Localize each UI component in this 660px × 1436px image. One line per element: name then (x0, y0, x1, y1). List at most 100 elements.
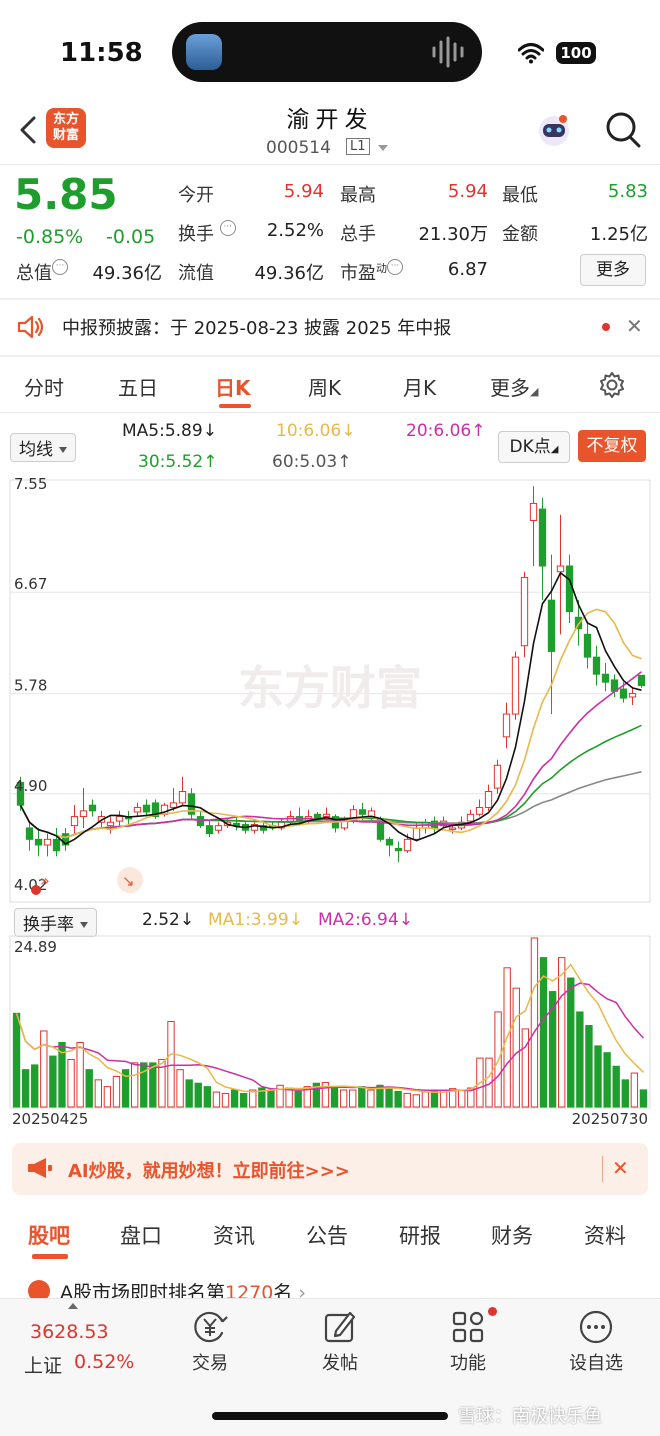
candle[interactable] (43, 838, 52, 846)
tab-caiwu[interactable]: 财务 (491, 1220, 533, 1250)
turnover-bar[interactable] (40, 1030, 48, 1108)
index-change[interactable]: 0.52% (74, 1351, 134, 1373)
tab-ziliao[interactable]: 资料 (584, 1220, 626, 1250)
tab-wuri[interactable]: 五日 (118, 372, 158, 401)
candle[interactable] (448, 827, 457, 830)
turnover-bar[interactable] (285, 1087, 293, 1108)
indicator-selector[interactable]: 换手率 (14, 908, 97, 937)
info-icon[interactable]: ··· (52, 259, 68, 275)
candle[interactable] (79, 810, 88, 818)
candle[interactable] (142, 804, 151, 813)
turnover-bar[interactable] (149, 1062, 157, 1108)
turnover-bar[interactable] (330, 1087, 339, 1108)
turnover-bar[interactable] (249, 1089, 257, 1108)
turnover-bar[interactable] (358, 1086, 366, 1108)
turnover-chart[interactable]: 24.89 20250425 20250730 (0, 934, 660, 1130)
turnover-bar[interactable] (203, 1086, 212, 1108)
turnover-bar[interactable] (294, 1090, 302, 1108)
stock-code[interactable]: 000514 (266, 138, 331, 158)
turnover-bar[interactable] (85, 1069, 93, 1108)
tab-guba[interactable]: 股吧 (28, 1220, 70, 1250)
turnover-bar[interactable] (630, 1072, 639, 1108)
candle[interactable] (529, 502, 538, 521)
candle[interactable] (385, 838, 394, 846)
turnover-bar[interactable] (240, 1092, 248, 1108)
candle[interactable] (592, 656, 601, 675)
candle[interactable] (403, 838, 412, 852)
candle[interactable] (34, 838, 43, 846)
candle[interactable] (178, 791, 187, 804)
tab-rik[interactable]: 日K (215, 372, 251, 401)
candle[interactable] (358, 809, 367, 815)
nav-function[interactable]: 功能 (428, 1299, 508, 1409)
tab-pankou[interactable]: 盘口 (120, 1220, 162, 1250)
close-icon[interactable]: ✕ (612, 1156, 629, 1180)
tab-fenshi[interactable]: 分时 (24, 372, 64, 401)
candle[interactable] (493, 764, 502, 789)
candle[interactable] (547, 599, 556, 652)
turnover-bar[interactable] (512, 987, 520, 1108)
turnover-bar[interactable] (221, 1092, 230, 1108)
no-adjust-button[interactable]: 不复权 (578, 430, 646, 462)
chevron-down-icon[interactable] (378, 145, 388, 151)
candle[interactable] (565, 565, 574, 613)
search-icon[interactable] (604, 110, 642, 150)
turnover-bar[interactable] (594, 1045, 602, 1108)
turnover-bar[interactable] (103, 1086, 112, 1108)
index-value[interactable]: 3628.53 (30, 1321, 109, 1343)
chevron-up-icon[interactable] (68, 1303, 78, 1309)
turnover-bar[interactable] (21, 1069, 30, 1108)
turnover-bar[interactable] (176, 1069, 184, 1108)
info-icon[interactable]: ··· (387, 259, 403, 275)
ai-assistant-icon[interactable] (534, 110, 574, 150)
turnover-bar[interactable] (421, 1091, 430, 1108)
tab-gonggao[interactable]: 公告 (306, 1220, 348, 1250)
turnover-bar[interactable] (567, 977, 575, 1108)
turnover-bar[interactable] (130, 1062, 139, 1108)
candle[interactable] (637, 674, 646, 687)
turnover-bar[interactable] (339, 1089, 348, 1108)
candle[interactable] (628, 693, 637, 698)
ma-selector[interactable]: 均线 (10, 433, 76, 462)
turnover-bar[interactable] (412, 1094, 420, 1108)
kline-chart[interactable]: 东方财富 7.556.675.784.904.02 » ↘ (0, 476, 660, 908)
candle[interactable] (556, 565, 565, 573)
candle[interactable] (394, 847, 403, 852)
turnover-bar[interactable] (67, 1058, 75, 1108)
nav-add-watchlist[interactable]: 设自选 (556, 1299, 636, 1409)
candle[interactable] (70, 816, 79, 827)
candle[interactable] (106, 821, 115, 827)
home-indicator[interactable] (212, 1412, 448, 1420)
tab-yanbao[interactable]: 研报 (399, 1220, 441, 1250)
candle[interactable] (502, 713, 511, 738)
candle[interactable] (601, 673, 610, 683)
turnover-bar[interactable] (185, 1079, 193, 1108)
turnover-bar[interactable] (76, 1041, 84, 1108)
turnover-bar[interactable] (385, 1087, 393, 1108)
turnover-bar[interactable] (603, 1052, 611, 1108)
turnover-bar[interactable] (267, 1089, 275, 1108)
turnover-bar[interactable] (212, 1091, 221, 1108)
turnover-bar[interactable] (539, 957, 548, 1108)
tab-more[interactable]: 更多◢ (490, 372, 538, 401)
ranking-row[interactable]: A股市场即时排名第1270名 › (28, 1270, 648, 1304)
turnover-bar[interactable] (521, 1028, 530, 1108)
turnover-bar[interactable] (403, 1092, 411, 1108)
dk-point-button[interactable]: DK点◢ (498, 431, 570, 463)
more-button[interactable]: 更多 (580, 254, 646, 286)
notice-text[interactable]: 中报预披露：于 2025-08-23 披露 2025 年中报 (62, 314, 451, 340)
turnover-bar[interactable] (458, 1089, 466, 1108)
nav-post[interactable]: 发帖 (300, 1299, 380, 1409)
index-name[interactable]: 上证 (24, 1351, 62, 1378)
candle[interactable] (619, 688, 628, 699)
candle[interactable] (115, 816, 124, 822)
turnover-bar[interactable] (230, 1089, 239, 1108)
tab-zhouk[interactable]: 周K (308, 372, 341, 401)
candle[interactable] (205, 825, 214, 835)
nav-trade[interactable]: 交易 (170, 1299, 250, 1409)
candle[interactable] (322, 813, 331, 818)
turnover-bar[interactable] (167, 1020, 175, 1108)
candle[interactable] (511, 656, 520, 715)
candle[interactable] (52, 838, 61, 852)
settings-gear-icon[interactable] (598, 371, 626, 399)
